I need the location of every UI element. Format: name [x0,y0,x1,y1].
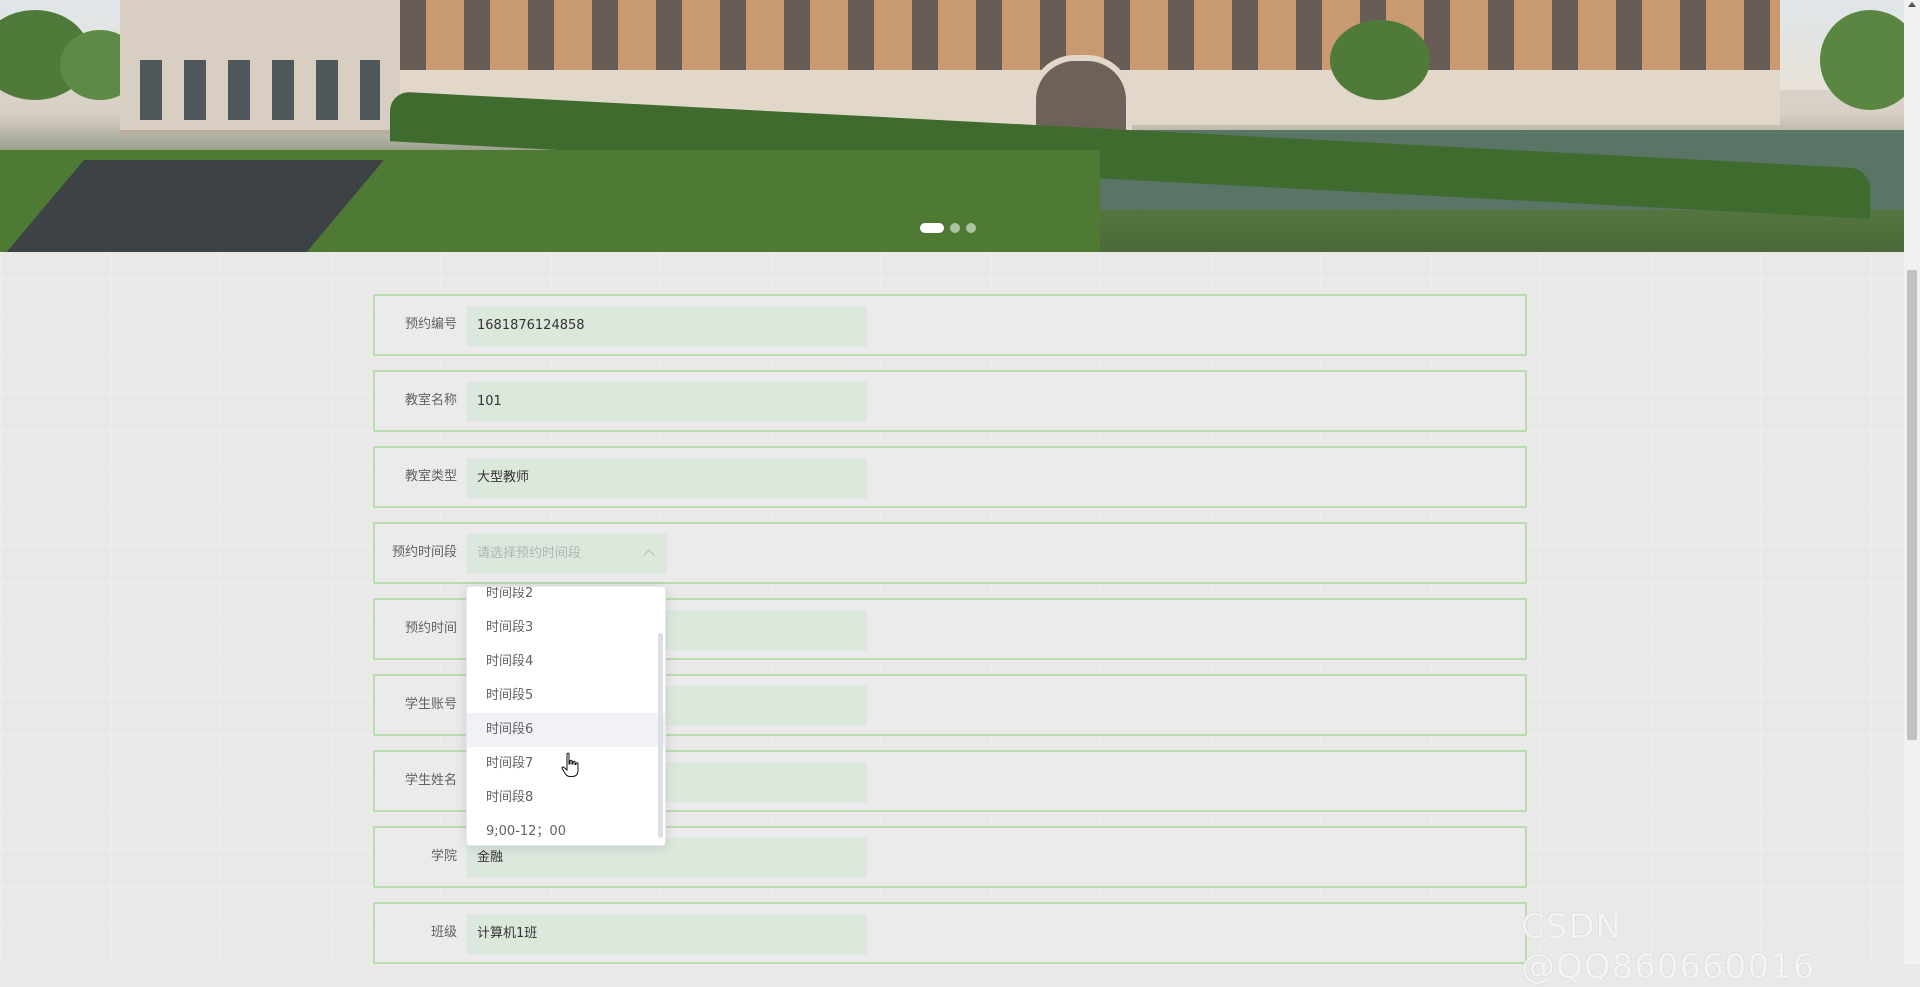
dropdown-option[interactable]: 9;00-12；00 [467,815,665,845]
dropdown-option-hovered[interactable]: 时间段6 [467,713,665,747]
time-slot-placeholder: 请选择预约时间段 [477,546,582,561]
carousel-dot-3[interactable] [966,223,976,233]
field-label: 学生账号 [404,697,457,712]
page-scrollbar[interactable] [1904,0,1920,964]
banner-tree [1820,10,1904,110]
dropdown-option[interactable]: 时间段2 [467,587,665,611]
carousel-indicators [920,223,976,233]
form-row-time-slot: 预约时间段 请选择预约时间段 [373,522,1527,584]
carousel-dot-2[interactable] [950,223,960,233]
dropdown-option[interactable]: 时间段5 [467,679,665,713]
reservation-number-input[interactable]: 1681876124858 [467,306,867,346]
form-row-reservation-number: 预约编号 1681876124858 [373,294,1527,356]
banner-building-left [120,0,400,134]
carousel-dot-1[interactable] [920,223,944,233]
time-slot-dropdown: 时间段2 时间段3 时间段4 时间段5 时间段6 时间段7 时间段8 9;00-… [466,586,666,846]
dropdown-scrollbar[interactable] [658,633,663,838]
field-label: 学院 [430,849,457,864]
hero-banner [0,0,1904,252]
field-label: 预约时间 [404,621,457,636]
field-label: 预约时间段 [391,545,457,560]
dropdown-option[interactable]: 时间段8 [467,781,665,815]
field-label: 学生姓名 [404,773,457,788]
form-row-classroom-type: 教室类型 大型教师 [373,446,1527,508]
class-input[interactable]: 计算机1班 [467,914,867,954]
classroom-type-input[interactable]: 大型教师 [467,458,867,498]
scrollbar-thumb[interactable] [1907,270,1917,740]
scroll-up-arrow-icon[interactable] [1908,2,1916,7]
chevron-up-icon [643,549,655,561]
form-row-classroom-name: 教室名称 101 [373,370,1527,432]
time-slot-select[interactable]: 请选择预约时间段 [467,534,667,574]
field-label: 教室类型 [404,469,457,484]
classroom-name-input[interactable]: 101 [467,382,867,422]
form-row-class: 班级 计算机1班 [373,902,1527,964]
hand-cursor-icon [561,752,579,777]
field-label: 班级 [430,925,457,940]
field-label: 教室名称 [404,393,457,408]
field-label: 预约编号 [404,317,457,332]
dropdown-option[interactable]: 时间段4 [467,645,665,679]
dropdown-option[interactable]: 时间段3 [467,611,665,645]
watermark: CSDN @QQ860660016 [1521,907,1816,987]
time-slot-options: 时间段2 时间段3 时间段4 时间段5 时间段6 时间段7 时间段8 9;00-… [467,587,665,845]
banner-tree [1330,20,1430,100]
